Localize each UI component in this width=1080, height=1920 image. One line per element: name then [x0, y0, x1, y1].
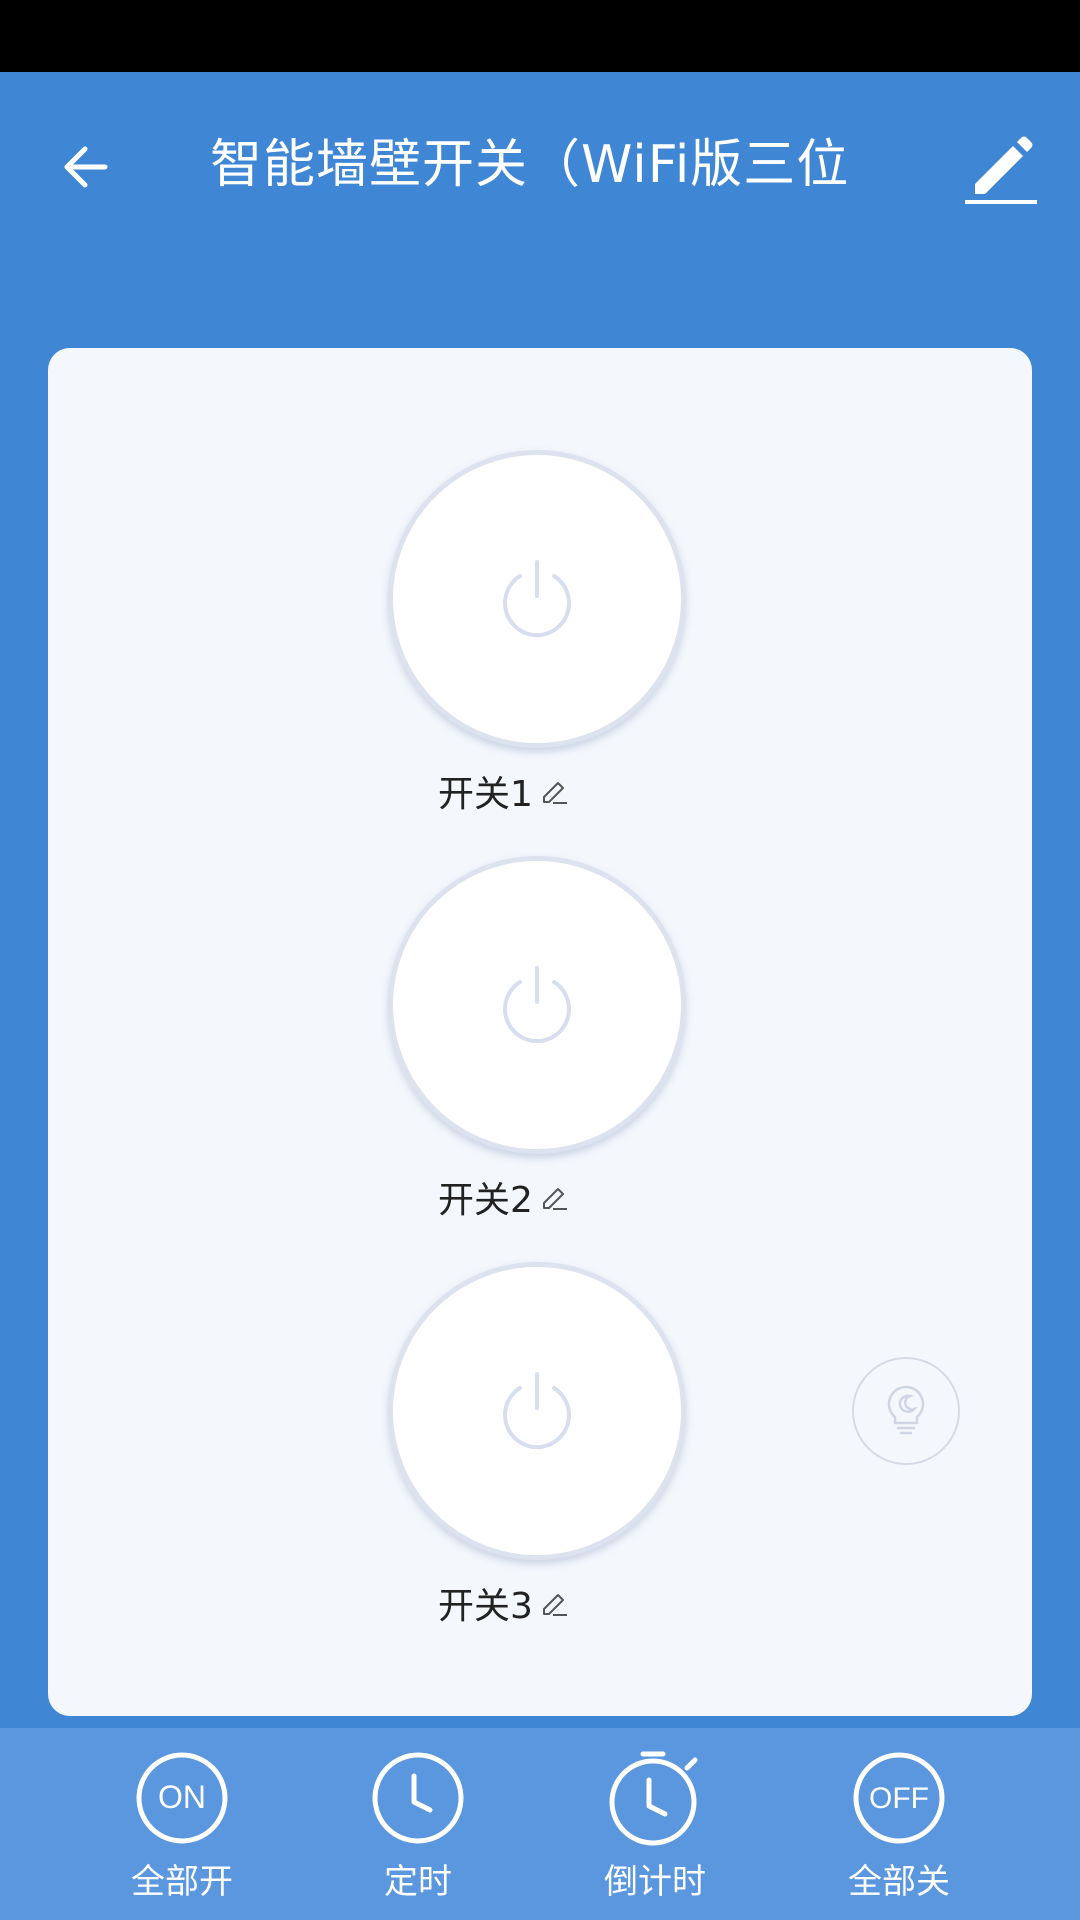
on-icon-text: ON [158, 1779, 206, 1815]
on-circle-icon: ON [132, 1748, 232, 1848]
switch-3-label: 开关3 [438, 1586, 533, 1627]
pencil-icon [965, 136, 1037, 204]
back-button[interactable] [40, 122, 130, 212]
all-on-button[interactable]: ON 全部开 [92, 1748, 272, 1918]
all-off-label: 全部关 [848, 1862, 950, 1902]
switch-1-label-row[interactable]: 开关1 [438, 766, 668, 816]
power-icon [503, 966, 571, 1044]
app-screen: 智能墙壁开关（WiFi版三位 开关1 开关2 开关3 ON 全部开 定时 倒计时… [0, 0, 1080, 1920]
switch-3-label-row[interactable]: 开关3 [438, 1578, 668, 1628]
countdown-label: 倒计时 [604, 1862, 706, 1902]
bottom-toolbar: ON 全部开 定时 倒计时 OFF 全部关 [0, 1728, 1080, 1920]
timer-button[interactable]: 定时 [328, 1748, 508, 1918]
status-bar [0, 0, 1080, 72]
edit-button[interactable] [955, 117, 1045, 217]
countdown-button[interactable]: 倒计时 [565, 1748, 745, 1918]
switch-1-button[interactable] [388, 450, 686, 748]
switch-3-button[interactable] [388, 1262, 686, 1560]
clock-icon [368, 1748, 468, 1848]
header: 智能墙壁开关（WiFi版三位 [0, 72, 1080, 242]
all-off-button[interactable]: OFF 全部关 [809, 1748, 989, 1918]
all-on-label: 全部开 [131, 1862, 233, 1902]
power-icon [503, 1372, 571, 1450]
switch-panel: 开关1 开关2 开关3 [48, 348, 1032, 1716]
arrow-left-icon [64, 146, 108, 188]
switch-2-button[interactable] [388, 856, 686, 1154]
pencil-icon [539, 1588, 569, 1618]
bulb-moon-icon [887, 1385, 925, 1435]
switch-1-label: 开关1 [438, 774, 533, 815]
pencil-icon [539, 1182, 569, 1212]
timer-label: 定时 [384, 1862, 452, 1902]
off-circle-icon: OFF [849, 1748, 949, 1848]
stopwatch-icon [605, 1748, 705, 1848]
page-title: 智能墙壁开关（WiFi版三位 [210, 135, 850, 195]
switch-2-label: 开关2 [438, 1180, 533, 1221]
power-icon [503, 560, 571, 638]
switch-2-label-row[interactable]: 开关2 [438, 1172, 668, 1222]
scene-button[interactable] [852, 1357, 960, 1465]
off-icon-text: OFF [869, 1782, 929, 1815]
pencil-icon [539, 776, 569, 806]
